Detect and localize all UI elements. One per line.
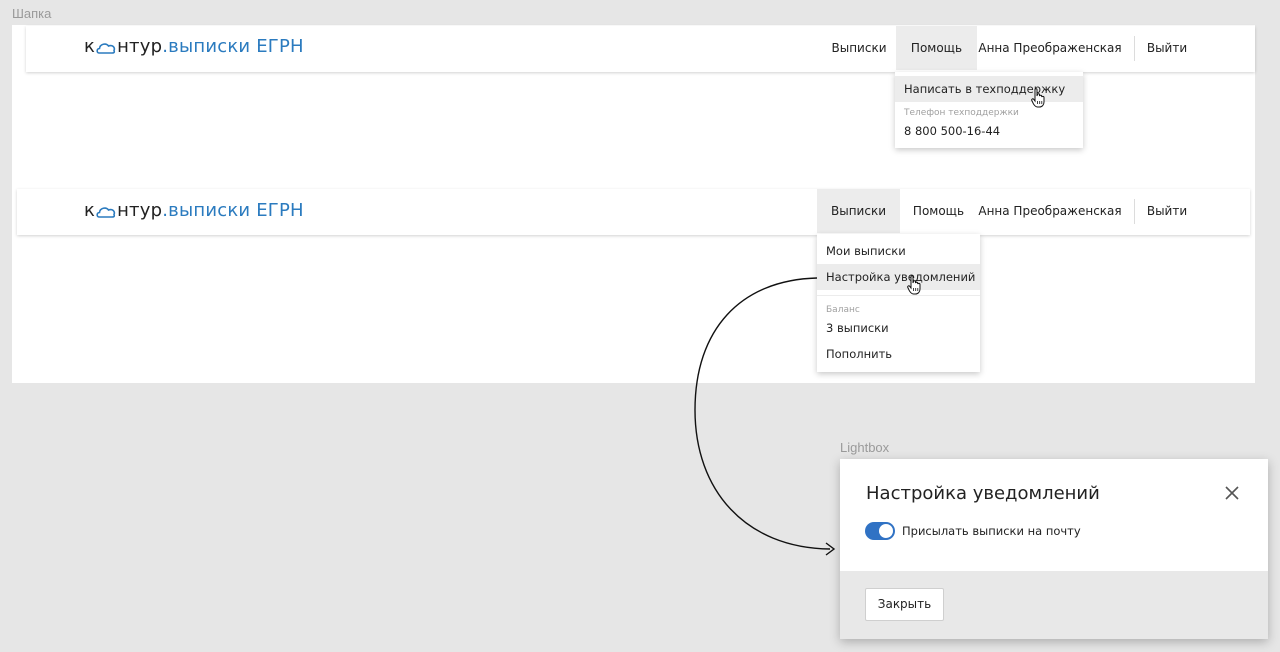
logo[interactable]: к нтур.выписки ЕГРН bbox=[84, 36, 304, 57]
section-label-header: Шапка bbox=[12, 6, 52, 21]
close-icon[interactable] bbox=[1224, 485, 1240, 501]
support-phone-caption: Телефон техподдержки bbox=[904, 108, 1019, 118]
menu-item-write-support[interactable]: Написать в техподдержку bbox=[895, 76, 1083, 102]
nav-help[interactable]: Помощь bbox=[900, 189, 977, 233]
nav-statements[interactable]: Выписки bbox=[822, 26, 896, 70]
logo[interactable]: к нтур.выписки ЕГРН bbox=[84, 200, 304, 221]
menu-item-my-statements[interactable]: Мои выписки bbox=[817, 238, 980, 264]
balance-caption: Баланс bbox=[826, 305, 860, 315]
cloud-icon bbox=[96, 207, 116, 218]
notification-settings-lightbox: Настройка уведомлений Присылать выписки … bbox=[840, 459, 1268, 639]
menu-item-notification-settings[interactable]: Настройка уведомлений bbox=[817, 264, 980, 290]
close-button[interactable]: Закрыть bbox=[865, 588, 944, 621]
nav-help[interactable]: Помощь bbox=[896, 26, 977, 70]
cloud-icon bbox=[96, 43, 116, 54]
menu-item-top-up[interactable]: Пополнить bbox=[817, 341, 980, 367]
lightbox-title: Настройка уведомлений bbox=[866, 483, 1100, 504]
logo-suffix: нтур bbox=[117, 36, 163, 57]
header-help-open: к нтур.выписки ЕГРН Выписки Помощь Анна П… bbox=[26, 26, 1255, 72]
support-phone: 8 800 500-16-44 bbox=[904, 124, 1001, 138]
email-toggle[interactable] bbox=[865, 522, 895, 540]
logo-product: выписки ЕГРН bbox=[168, 200, 304, 221]
nav-logout[interactable]: Выйти bbox=[1135, 26, 1199, 70]
logo-prefix: к bbox=[84, 36, 96, 57]
nav-user[interactable]: Анна Преображенская bbox=[977, 189, 1123, 233]
balance-value: 3 выписки bbox=[826, 321, 889, 335]
toggle-knob bbox=[879, 524, 893, 538]
header-statements-open: к нтур.выписки ЕГРН Выписки Помощь Анна П… bbox=[17, 189, 1250, 235]
section-label-lightbox: Lightbox bbox=[840, 440, 890, 455]
lightbox-footer: Закрыть bbox=[840, 571, 1268, 639]
logo-product: выписки ЕГРН bbox=[168, 36, 304, 57]
logo-suffix: нтур bbox=[117, 200, 163, 221]
nav-user[interactable]: Анна Преображенская bbox=[977, 26, 1123, 70]
email-toggle-label: Присылать выписки на почту bbox=[902, 524, 1081, 538]
statements-dropdown: Мои выписки Настройка уведомлений Баланс… bbox=[817, 234, 980, 372]
logo-prefix: к bbox=[84, 200, 96, 221]
nav-logout[interactable]: Выйти bbox=[1135, 189, 1199, 233]
menu-divider bbox=[817, 295, 980, 296]
nav-statements[interactable]: Выписки bbox=[817, 189, 900, 233]
help-dropdown: Написать в техподдержку Телефон техподде… bbox=[895, 72, 1083, 148]
